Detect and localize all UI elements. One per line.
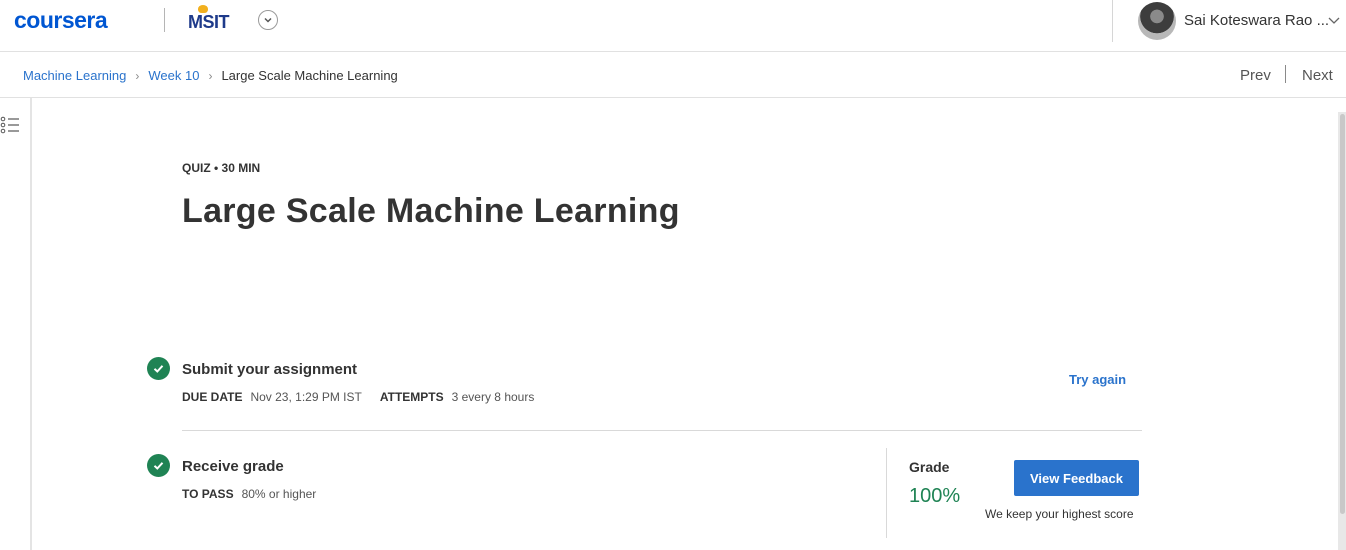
user-avatar[interactable]	[1138, 2, 1176, 40]
receive-meta: TO PASS 80% or higher	[182, 487, 334, 501]
attempts-label: ATTEMPTS	[379, 390, 444, 404]
highest-score-note: We keep your highest score	[985, 507, 1134, 521]
quiz-meta: QUIZ • 30 MIN	[182, 161, 261, 175]
grade-label: Grade	[909, 459, 950, 475]
nav-divider	[1285, 65, 1286, 83]
left-rail	[0, 98, 32, 550]
breadcrumb-current: Large Scale Machine Learning	[221, 68, 398, 83]
chevron-right-icon: ›	[208, 68, 213, 83]
breadcrumb-link-week[interactable]: Week 10	[148, 68, 199, 83]
due-date-label: DUE DATE	[182, 390, 243, 404]
page-title: Large Scale Machine Learning	[182, 192, 680, 230]
submit-meta: DUE DATE Nov 23, 1:29 PM IST ATTEMPTS 3 …	[182, 390, 552, 404]
due-date-value: Nov 23, 1:29 PM IST	[250, 390, 362, 404]
check-circle-icon	[147, 454, 170, 477]
attempts-value: 3 every 8 hours	[451, 390, 535, 404]
msit-partner-logo[interactable]: MSIT	[186, 5, 242, 33]
submit-assignment-title: Submit your assignment	[182, 361, 358, 378]
breadcrumb: Machine Learning › Week 10 › Large Scale…	[23, 68, 398, 83]
section-divider	[182, 430, 1142, 431]
list-icon[interactable]	[0, 116, 20, 134]
user-name[interactable]: Sai Koteswara Rao ...	[1184, 12, 1329, 29]
partner-logo-text: MSIT	[188, 12, 230, 32]
chevron-down-icon	[264, 17, 272, 23]
grade-divider	[886, 448, 887, 538]
to-pass-value: 80% or higher	[241, 487, 317, 501]
header-divider	[1112, 0, 1113, 42]
top-navigation-bar: coursera MSIT Sai Koteswara Rao ...	[0, 0, 1346, 52]
logo-divider	[164, 8, 165, 32]
chevron-right-icon: ›	[135, 68, 140, 83]
receive-grade-title: Receive grade	[182, 458, 284, 475]
chevron-down-icon[interactable]	[1326, 12, 1342, 28]
view-feedback-button[interactable]: View Feedback	[1014, 460, 1139, 496]
next-button[interactable]: Next	[1302, 67, 1333, 84]
to-pass-label: TO PASS	[182, 487, 234, 501]
breadcrumb-bar: Machine Learning › Week 10 › Large Scale…	[0, 53, 1346, 98]
check-circle-icon	[147, 357, 170, 380]
breadcrumb-link-course[interactable]: Machine Learning	[23, 68, 126, 83]
prev-button[interactable]: Prev	[1240, 67, 1271, 84]
program-switcher-button[interactable]	[258, 10, 278, 30]
coursera-logo[interactable]: coursera	[14, 7, 108, 34]
grade-value: 100%	[909, 485, 961, 507]
scrollbar-thumb[interactable]	[1340, 114, 1345, 514]
try-again-link[interactable]: Try again	[1069, 372, 1126, 387]
